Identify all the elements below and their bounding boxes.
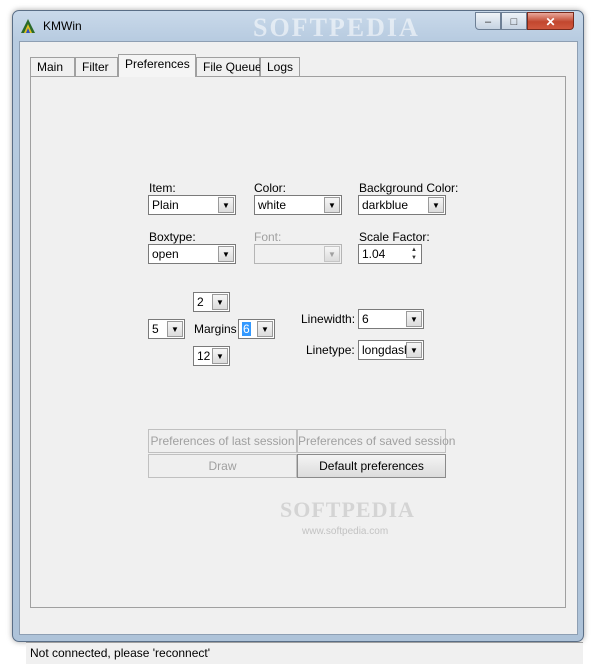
draw-button[interactable]: Draw bbox=[148, 454, 297, 478]
tab-logs[interactable]: Logs bbox=[260, 57, 300, 76]
item-label: Item: bbox=[149, 181, 176, 195]
title-bar[interactable]: KMWin SOFTPEDIA – □ ✕ bbox=[13, 11, 583, 42]
margin-left-combo[interactable]: 5 ▼ bbox=[148, 319, 185, 339]
client-area: Main Filter Preferences File Queue Logs … bbox=[19, 41, 583, 664]
chevron-down-icon[interactable]: ▼ bbox=[212, 294, 228, 310]
font-label: Font: bbox=[254, 230, 282, 244]
chevron-down-icon[interactable]: ▼ bbox=[324, 197, 340, 213]
chevron-down-icon[interactable]: ▼ bbox=[167, 321, 183, 337]
background-color-value: darkblue bbox=[362, 198, 409, 212]
chevron-down-icon[interactable]: ▼ bbox=[212, 348, 228, 364]
scale-factor-spinner[interactable]: 1.04 ▲ ▼ bbox=[358, 244, 422, 264]
kmwin-app-icon bbox=[21, 19, 35, 33]
margin-top-combo[interactable]: 2 ▼ bbox=[193, 292, 230, 312]
preferences-last-session-button[interactable]: Preferences of last session bbox=[148, 429, 297, 453]
tab-file-queue[interactable]: File Queue bbox=[196, 57, 262, 76]
color-value: white bbox=[258, 198, 287, 212]
item-combo[interactable]: Plain ▼ bbox=[148, 195, 236, 215]
softpedia-watermark-url: www.softpedia.com bbox=[302, 526, 389, 537]
background-color-combo[interactable]: darkblue ▼ bbox=[358, 195, 446, 215]
maximize-button[interactable]: □ bbox=[501, 12, 527, 30]
spin-down-icon[interactable]: ▼ bbox=[408, 254, 420, 262]
margins-label: Margins bbox=[194, 322, 237, 336]
softpedia-watermark: SOFTPEDIA bbox=[253, 13, 420, 42]
linewidth-combo[interactable]: 6 ▼ bbox=[358, 309, 424, 329]
chevron-down-icon[interactable]: ▼ bbox=[406, 342, 422, 358]
margin-left-value: 5 bbox=[152, 322, 159, 336]
font-combo: ▼ bbox=[254, 244, 342, 264]
app-window: KMWin SOFTPEDIA – □ ✕ Main Filter Prefer… bbox=[12, 10, 584, 664]
spin-up-icon[interactable]: ▲ bbox=[408, 246, 420, 254]
tab-main[interactable]: Main bbox=[30, 57, 75, 76]
window-title: KMWin bbox=[43, 19, 82, 33]
close-button[interactable]: ✕ bbox=[527, 12, 574, 30]
margin-bottom-combo[interactable]: 12 ▼ bbox=[193, 346, 230, 366]
default-preferences-button[interactable]: Default preferences bbox=[297, 454, 446, 478]
boxtype-label: Boxtype: bbox=[149, 230, 196, 244]
boxtype-combo[interactable]: open ▼ bbox=[148, 244, 236, 264]
boxtype-value: open bbox=[152, 247, 179, 261]
margin-bottom-value: 12 bbox=[197, 349, 211, 363]
linewidth-value: 6 bbox=[362, 312, 369, 326]
status-text: Not connected, please 'reconnect' bbox=[30, 646, 211, 660]
softpedia-watermark-content: SOFTPEDIA bbox=[280, 497, 415, 522]
tab-filter[interactable]: Filter bbox=[75, 57, 118, 76]
chevron-down-icon[interactable]: ▼ bbox=[218, 246, 234, 262]
chevron-down-icon[interactable]: ▼ bbox=[428, 197, 444, 213]
margin-right-value: 6 bbox=[242, 322, 251, 336]
chevron-down-icon: ▼ bbox=[324, 246, 340, 262]
linetype-label: Linetype: bbox=[306, 343, 355, 357]
margin-right-combo[interactable]: 6 ▼ bbox=[238, 319, 275, 339]
scale-factor-label: Scale Factor: bbox=[359, 230, 430, 244]
chevron-down-icon[interactable]: ▼ bbox=[218, 197, 234, 213]
linetype-combo[interactable]: longdash ▼ bbox=[358, 340, 424, 360]
background-color-label: Background Color: bbox=[359, 181, 459, 195]
chevron-down-icon[interactable]: ▼ bbox=[406, 311, 422, 327]
chevron-down-icon[interactable]: ▼ bbox=[257, 321, 273, 337]
item-value: Plain bbox=[152, 198, 179, 212]
minimize-button[interactable]: – bbox=[475, 12, 501, 30]
scale-factor-value: 1.04 bbox=[362, 247, 386, 261]
color-label: Color: bbox=[254, 181, 287, 195]
color-combo[interactable]: white ▼ bbox=[254, 195, 342, 215]
linetype-value: longdash bbox=[362, 343, 411, 357]
preferences-saved-session-button[interactable]: Preferences of saved session bbox=[297, 429, 455, 453]
preferences-panel: Item: Plain ▼ Color: white ▼ Background … bbox=[30, 76, 566, 608]
linewidth-label: Linewidth: bbox=[301, 312, 356, 326]
margin-top-value: 2 bbox=[197, 295, 204, 309]
tab-preferences[interactable]: Preferences bbox=[118, 54, 196, 77]
